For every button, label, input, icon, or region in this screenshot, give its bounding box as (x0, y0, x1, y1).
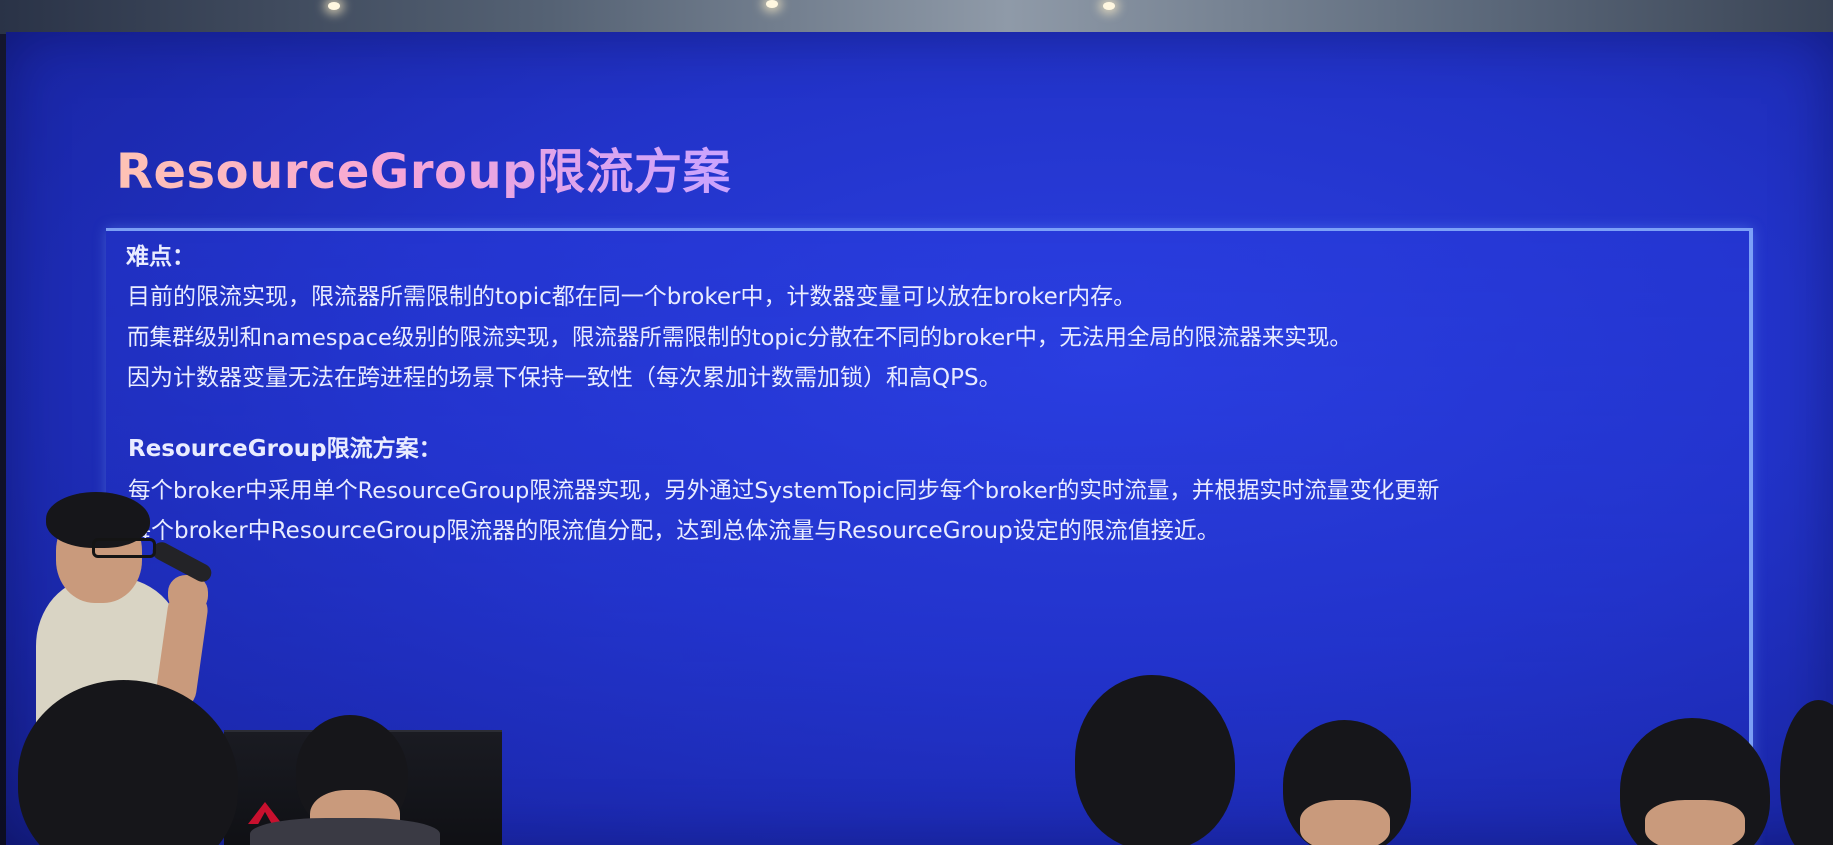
audience-neck (1300, 800, 1390, 845)
section2-line: 每个broker中采用单个ResourceGroup限流器实现，另外通过Syst… (128, 478, 1440, 504)
section1-line: 目前的限流实现，限流器所需限制的topic都在同一个broker中，计数器变量可… (127, 284, 1137, 310)
projection-screen: ResourceGroup限流方案 难点： 目前的限流实现，限流器所需限制的to… (6, 32, 1833, 845)
photo-scene: ResourceGroup限流方案 难点： 目前的限流实现，限流器所需限制的to… (0, 0, 1833, 845)
section2-heading: ResourceGroup限流方案： (128, 436, 442, 462)
audience-neck (1645, 800, 1745, 845)
audience-shirt (250, 818, 440, 845)
section1-heading: 难点： (126, 244, 195, 270)
ceiling (0, 0, 1833, 34)
ceiling-light (766, 0, 778, 8)
ceiling-light (1103, 2, 1115, 10)
section1-line: 而集群级别和namespace级别的限流实现，限流器所需限制的topic分散在不… (127, 325, 1352, 351)
section1-line: 因为计数器变量无法在跨进程的场景下保持一致性（每次累加计数需加锁）和高QPS。 (127, 365, 1002, 391)
ceiling-light (328, 2, 340, 10)
glasses (92, 538, 156, 558)
section2-line: 每个broker中ResourceGroup限流器的限流值分配，达到总体流量与R… (128, 518, 1220, 544)
slide-title: ResourceGroup限流方案 (116, 132, 731, 202)
